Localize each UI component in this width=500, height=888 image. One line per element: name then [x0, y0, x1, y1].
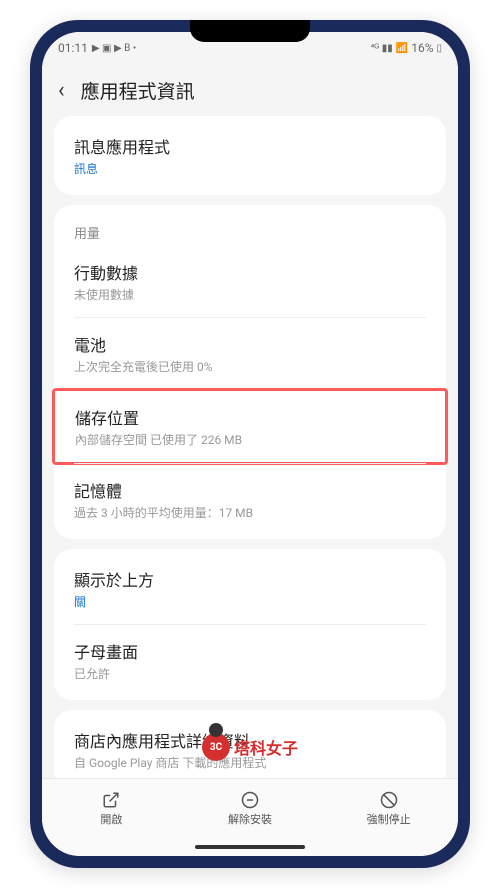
- mobile-data-title: 行動數據: [74, 260, 426, 284]
- open-icon: [102, 791, 120, 809]
- default-app-title: 訊息應用程式: [74, 134, 426, 158]
- mobile-data-item[interactable]: 行動數據 未使用數據: [54, 246, 446, 317]
- open-label: 開啟: [100, 811, 122, 827]
- open-button[interactable]: 開啟: [42, 791, 181, 827]
- uninstall-button[interactable]: 解除安裝: [181, 791, 320, 827]
- default-app-sub: 訊息: [74, 160, 426, 177]
- watermark: 3C 塔科女子: [202, 733, 298, 761]
- pip-sub: 已允許: [74, 665, 426, 682]
- nav-bar: [42, 838, 458, 856]
- pip-item[interactable]: 子母畫面 已允許: [54, 625, 446, 696]
- overlay-sub: 關: [74, 593, 426, 610]
- battery-sub: 上次完全充電後已使用 0%: [74, 358, 426, 375]
- force-stop-button[interactable]: 強制停止: [319, 791, 458, 827]
- pip-title: 子母畫面: [74, 639, 426, 663]
- overlay-item[interactable]: 顯示於上方 關: [54, 553, 446, 624]
- battery-icon: ▯: [436, 43, 442, 54]
- phone-screen: 01:11 ▶ ▣ ▶ B • ⁴ᴳ ▮▮ 📶 16% ▯ ‹ 應用程式資訊 訊…: [42, 32, 458, 856]
- storage-title: 儲存位置: [75, 405, 425, 429]
- phone-frame: 01:11 ▶ ▣ ▶ B • ⁴ᴳ ▮▮ 📶 16% ▯ ‹ 應用程式資訊 訊…: [30, 20, 470, 868]
- memory-sub: 過去 3 小時的平均使用量：17 MB: [74, 504, 426, 521]
- back-icon[interactable]: ‹: [58, 78, 65, 103]
- minus-circle-icon: [241, 791, 259, 809]
- slash-circle-icon: [380, 791, 398, 809]
- memory-item[interactable]: 記憶體 過去 3 小時的平均使用量：17 MB: [54, 464, 446, 535]
- header: ‹ 應用程式資訊: [42, 64, 458, 116]
- status-time: 01:11: [58, 41, 88, 55]
- content-scroll[interactable]: 訊息應用程式 訊息 用量 行動數據 未使用數據 電池 上次完全充電後已使用 0%…: [42, 116, 458, 778]
- wifi-icon: 📶: [396, 43, 408, 54]
- watermark-text: 塔科女子: [234, 735, 298, 759]
- force-stop-label: 強制停止: [367, 811, 411, 827]
- memory-title: 記憶體: [74, 478, 426, 502]
- page-title: 應用程式資訊: [81, 77, 195, 104]
- storage-sub: 內部儲存空間 已使用了 226 MB: [75, 431, 425, 448]
- battery-item[interactable]: 電池 上次完全充電後已使用 0%: [54, 318, 446, 389]
- overlay-title: 顯示於上方: [74, 567, 426, 591]
- usage-section-header: 用量: [54, 209, 446, 246]
- notch: [190, 20, 310, 42]
- signal-icon: ⁴ᴳ ▮▮: [371, 43, 393, 54]
- watermark-avatar-icon: 3C: [202, 733, 230, 761]
- status-app-icons: ▶ ▣ ▶ B •: [92, 43, 136, 54]
- nav-indicator[interactable]: [195, 845, 305, 849]
- default-app-item[interactable]: 訊息應用程式 訊息: [54, 120, 446, 191]
- storage-item[interactable]: 儲存位置 內部儲存空間 已使用了 226 MB: [52, 388, 448, 465]
- battery-percent: 16%: [411, 41, 433, 55]
- uninstall-label: 解除安裝: [228, 811, 272, 827]
- mobile-data-sub: 未使用數據: [74, 286, 426, 303]
- battery-title: 電池: [74, 332, 426, 356]
- bottom-action-bar: 開啟 解除安裝 強制停止: [42, 778, 458, 838]
